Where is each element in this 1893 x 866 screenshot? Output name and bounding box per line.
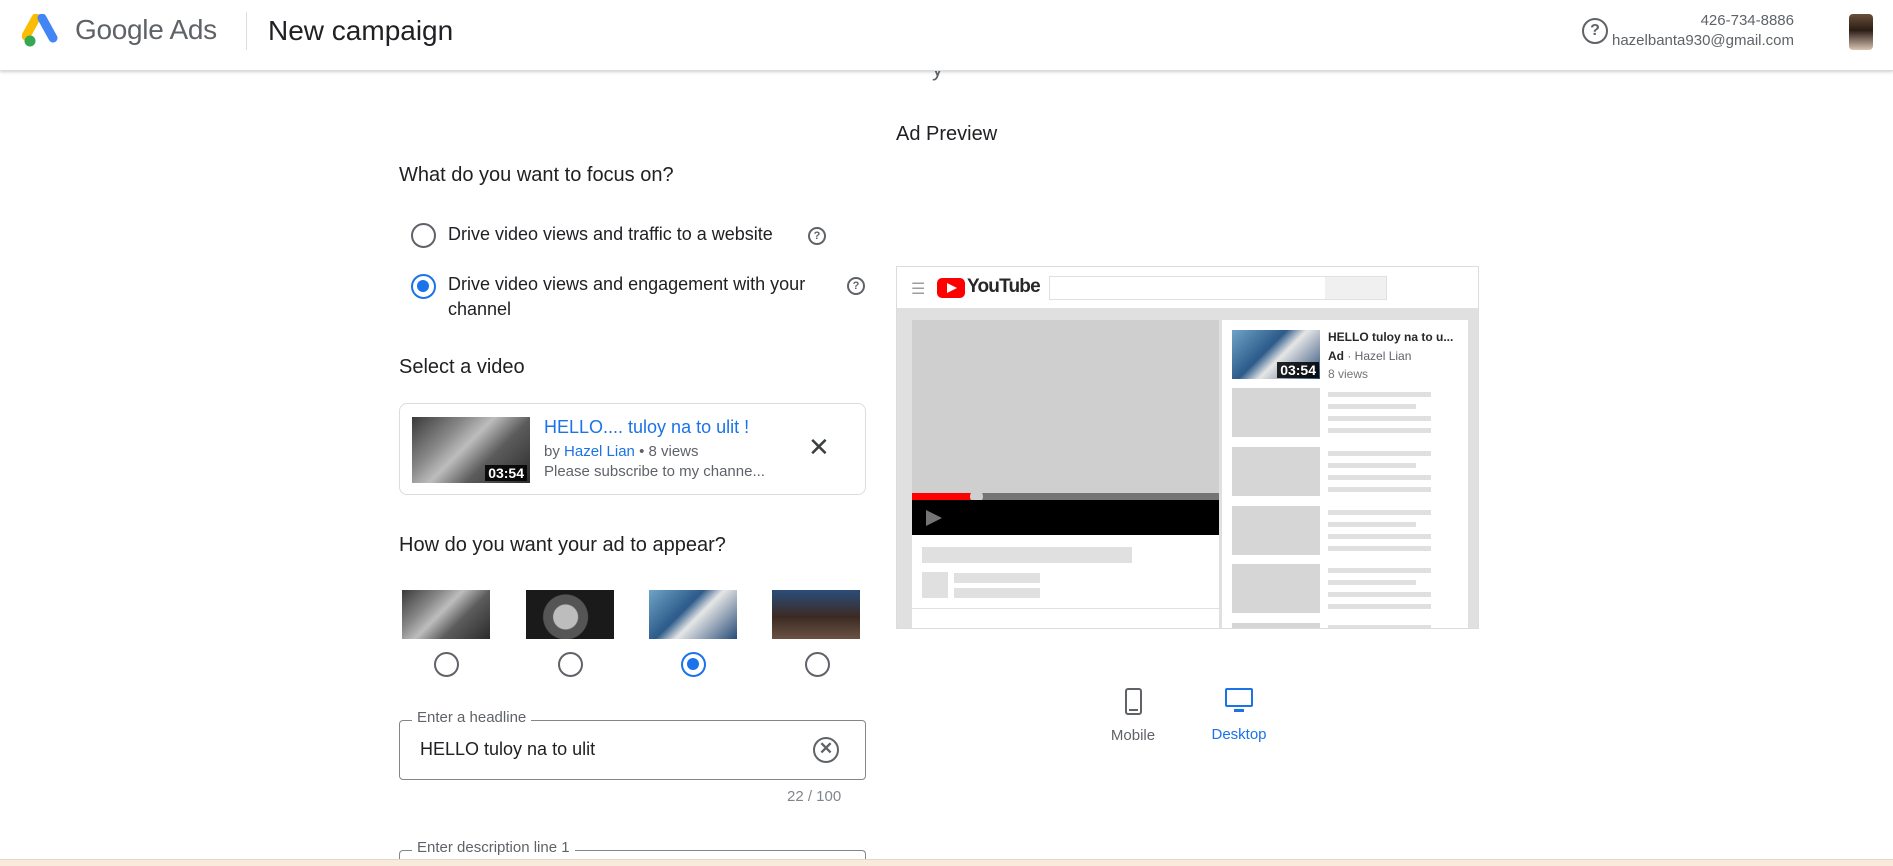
selected-video-card[interactable]: 03:54 HELLO.... tuloy na to ulit ! by Ha… [399,403,866,495]
bottom-notification-strip [0,859,1893,866]
youtube-search-button [1325,277,1386,299]
placeholder-line [1328,625,1431,628]
placeholder-line [1328,546,1431,551]
thumbnail-option-4-radio[interactable] [805,652,830,677]
placeholder-line [1328,522,1416,527]
headline-char-counter: 22 / 100 [787,788,842,805]
placeholder-line [1328,592,1431,597]
description-line1-label: Enter description line 1 [412,839,575,856]
help-circle-icon[interactable]: ? [847,277,865,295]
thumbnail-option-1[interactable] [402,590,490,639]
video-player-placeholder [912,320,1219,493]
placeholder-line [1328,604,1431,609]
placeholder-line [1328,451,1431,456]
youtube-desktop-preview: ☰ YouTube 03:54 HELLO tuloy na to u... A… [896,266,1479,629]
thumbnail-option-2[interactable] [526,590,614,639]
placeholder-line [1328,568,1431,573]
placeholder-line [1328,428,1431,433]
select-video-heading: Select a video [399,356,525,378]
google-ads-logo-icon[interactable] [22,14,62,48]
video-description: Please subscribe to my channe... [544,463,765,480]
avatar[interactable] [1849,14,1873,50]
thumbnail-option-4[interactable] [772,590,860,639]
placeholder-line [1328,475,1431,480]
video-duration: 03:54 [485,465,527,481]
subscriber-placeholder [954,588,1040,598]
ad-thumbnail: 03:54 [1232,330,1320,379]
ad-meta: Ad · Hazel Lian [1328,349,1412,363]
placeholder-line [1328,580,1416,585]
clear-circle-icon[interactable]: ✕ [813,737,839,763]
focus-option-channel-radio[interactable] [411,274,436,299]
channel-avatar-placeholder [922,572,948,598]
placeholder-line [1328,534,1431,539]
placeholder-line [1328,510,1431,515]
focus-option-channel-label-line2: channel [448,299,512,319]
related-video-placeholder [1232,388,1320,437]
account-phone: 426-734-8886 [1700,12,1794,29]
thumbnail-option-3-radio[interactable] [681,652,706,677]
appearance-heading: How do you want your ad to appear? [399,534,726,556]
thumbnail-option-3[interactable] [649,590,737,639]
headline-input[interactable]: HELLO tuloy na to ulit [420,739,595,760]
channel-name-placeholder [954,573,1040,583]
ad-preview-heading: Ad Preview [896,123,998,145]
top-bar: Google Ads New campaign ? 426-734-8886 h… [0,0,1893,71]
page-title: New campaign [268,15,454,46]
video-progress-fill [912,493,977,500]
focus-option-channel-label-line1: Drive video views and engagement with yo… [448,274,806,294]
ad-title: HELLO tuloy na to u... [1328,330,1454,344]
placeholder-line [1328,487,1431,492]
play-icon [926,510,942,526]
video-progress-bar [912,490,1219,503]
menu-icon: ☰ [911,281,926,298]
device-label-mobile: Mobile [1110,727,1156,744]
ad-duration: 03:54 [1277,362,1319,378]
brand-name: Google Ads [75,14,217,45]
focus-heading: What do you want to focus on? [399,164,674,186]
help-circle-icon[interactable]: ? [1582,18,1608,44]
phone-icon [1124,688,1142,715]
video-title-link[interactable]: HELLO.... tuloy na to ulit ! [544,417,749,438]
device-label-desktop: Desktop [1211,726,1267,743]
placeholder-line [1328,404,1416,409]
ad-badge: Ad [1328,349,1344,363]
ad-views: 8 views [1328,367,1369,381]
video-byline: by Hazel Lian • 8 views [544,443,699,460]
youtube-header: ☰ YouTube [897,267,1478,309]
title-placeholder [922,547,1132,563]
video-controls [912,500,1219,535]
placeholder-line [1328,392,1431,397]
headline-label: Enter a headline [412,709,532,726]
focus-option-channel-label[interactable]: Drive video views and engagement with yo… [448,272,805,322]
thumbnail-option-2-radio[interactable] [558,652,583,677]
youtube-main-column [912,320,1219,628]
video-channel-link[interactable]: Hazel Lian [564,443,635,460]
desktop-icon [1225,688,1253,714]
focus-option-website-radio[interactable] [411,223,436,248]
device-toggle-mobile[interactable]: Mobile [1108,688,1158,744]
placeholder-line [1328,463,1416,468]
focus-option-website-label[interactable]: Drive video views and traffic to a websi… [448,222,773,247]
brand-divider [246,12,247,50]
placeholder-line [1328,416,1431,421]
related-video-placeholder [1232,447,1320,496]
youtube-sidebar: 03:54 HELLO tuloy na to u... Ad · Hazel … [1222,320,1468,628]
related-video-placeholder [1232,506,1320,555]
related-video-placeholder [1232,623,1320,628]
related-video-placeholder [1232,564,1320,613]
youtube-play-logo-icon [937,278,965,298]
video-thumbnail: 03:54 [412,417,530,483]
headline-field[interactable]: Enter a headline HELLO tuloy na to ulit … [399,709,866,780]
youtube-logo-text: YouTube [967,276,1041,297]
thumbnail-option-1-radio[interactable] [434,652,459,677]
account-email: hazelbanta930@gmail.com [1612,32,1794,49]
device-toggle-desktop[interactable]: Desktop [1205,688,1273,743]
divider [912,608,1219,609]
close-icon[interactable]: ✕ [808,432,830,463]
help-circle-icon[interactable]: ? [808,227,826,245]
